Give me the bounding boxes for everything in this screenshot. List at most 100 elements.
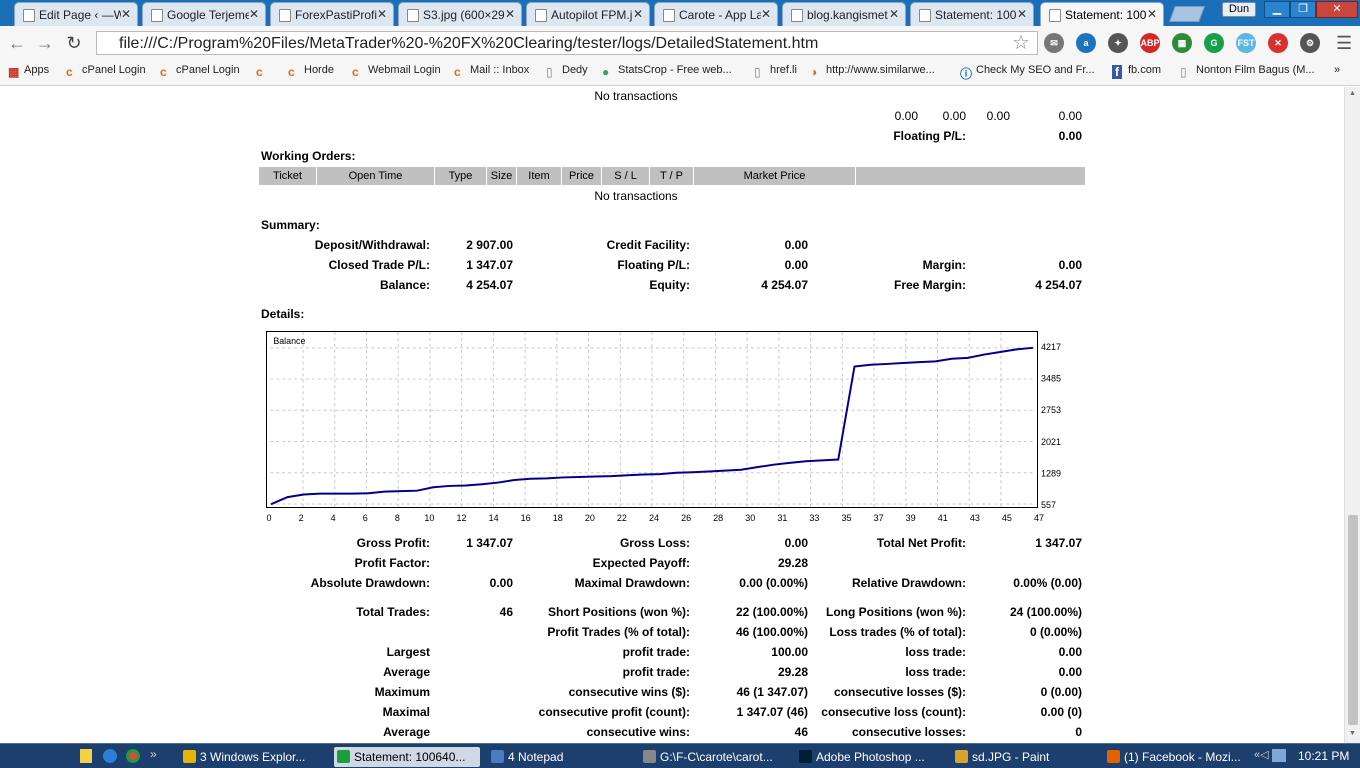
scrollbar-thumb[interactable] (1348, 515, 1358, 725)
y-tick-label: 2753 (1041, 405, 1061, 415)
stat-cell-r8-c0: Maximal (382, 705, 430, 719)
stat-cell-r2-c3: 0.00 (0.00%) (739, 576, 808, 590)
bookmark-star-icon[interactable]: ☆ (1012, 30, 1030, 55)
closed-pl-label: Closed Trade P/L: (328, 258, 430, 272)
extension-icon[interactable]: FST (1236, 33, 1256, 53)
user-profile-button[interactable]: Dun (1222, 2, 1256, 17)
close-window-button[interactable]: ✕ (1316, 1, 1358, 18)
close-tab-icon[interactable]: ✕ (249, 7, 259, 21)
bookmark-item[interactable]: c Mail :: Inbox (454, 64, 529, 79)
bookmark-item[interactable]: ● StatsCrop - Free web... (602, 64, 732, 79)
close-tab-icon[interactable]: ✕ (121, 7, 131, 21)
taskbar-item[interactable]: (1) Facebook - Mozi... (1104, 747, 1252, 767)
browser-tab[interactable]: Statement: 100(✕ (1040, 2, 1164, 26)
taskbar-item[interactable]: 3 Windows Explor... (180, 747, 326, 767)
stat-cell-r8-c3: 1 347.07 (46) (736, 705, 808, 719)
taskbar-item[interactable]: G:\F-C\carote\carot... (640, 747, 788, 767)
scroll-up-icon[interactable]: ▲ (1349, 90, 1356, 97)
extension-icon[interactable]: ABP (1140, 33, 1160, 53)
vertical-scrollbar[interactable]: ▲ ▼ (1344, 87, 1360, 743)
bookmark-item[interactable]: ▯ Dedy (546, 64, 588, 79)
stat-cell-r3-c3: 22 (100.00%) (735, 605, 808, 619)
extension-icon[interactable]: ✦ (1108, 33, 1128, 53)
x-tick-label: 6 (363, 513, 368, 523)
close-tab-icon[interactable]: ✕ (1017, 7, 1027, 21)
browser-tab[interactable]: Statement: 100 ✕ (910, 2, 1034, 26)
browser-tab[interactable]: Autopilot FPM.jp ✕ (526, 2, 650, 26)
deposit-value: 2 907.00 (466, 238, 513, 252)
close-tab-icon[interactable]: ✕ (505, 7, 515, 21)
close-tab-icon[interactable]: ✕ (761, 7, 771, 21)
stat-cell-r5-c4: loss trade: (905, 645, 966, 659)
taskbar-item[interactable]: Adobe Photoshop ... (796, 747, 944, 767)
bookmark-item[interactable]: ▦ Apps (8, 64, 49, 79)
stat-cell-r5-c2: profit trade: (622, 645, 690, 659)
bookmarks-more-button[interactable]: » (1334, 64, 1340, 76)
page-icon: ▯ (546, 65, 553, 79)
close-tab-icon[interactable]: ✕ (633, 7, 643, 21)
x-tick-label: 22 (617, 513, 627, 523)
stat-cell-r6-c5: 0.00 (1058, 665, 1082, 679)
bookmark-label: Dedy (562, 64, 588, 76)
close-tab-icon[interactable]: ✕ (889, 7, 899, 21)
back-button[interactable]: ← (6, 32, 28, 54)
forward-button[interactable]: → (34, 32, 56, 54)
tab-title: Google Terjeme (167, 8, 249, 22)
taskbar-item[interactable]: Statement: 100640... (334, 747, 480, 767)
browser-tab[interactable]: S3.jpg (600×29 ✕ (398, 2, 522, 26)
extension-icon[interactable]: ⚙ (1300, 33, 1320, 53)
bookmark-item[interactable]: c cPanel Login (66, 64, 146, 79)
stat-cell-r5-c5: 0.00 (1058, 645, 1082, 659)
stat-cell-r0-c5: 1 347.07 (1035, 536, 1082, 550)
taskbar-item[interactable]: 4 Notepad (488, 747, 634, 767)
ie-quicklaunch-icon[interactable] (103, 749, 117, 763)
similarweb-icon: ◑ (810, 65, 818, 79)
x-tick-label: 16 (521, 513, 531, 523)
bookmark-item[interactable]: c Horde (288, 64, 334, 79)
bookmark-item[interactable]: c cPanel Login (160, 64, 240, 79)
extension-icon[interactable]: ✕ (1268, 33, 1288, 53)
address-bar[interactable]: file:///C:/Program%20Files/MetaTrader%20… (96, 31, 1038, 55)
browser-tab[interactable]: Google Terjeme ✕ (142, 2, 266, 26)
close-tab-icon[interactable]: ✕ (377, 7, 387, 21)
col-sl: S / L (602, 167, 650, 185)
x-tick-label: 33 (809, 513, 819, 523)
extension-icon[interactable]: a (1076, 33, 1096, 53)
bookmark-item[interactable]: ◑ http://www.similarwe... (810, 64, 935, 79)
x-tick-label: 39 (906, 513, 916, 523)
scroll-down-icon[interactable]: ▼ (1349, 730, 1356, 737)
minimize-button[interactable]: ▁ (1264, 1, 1290, 18)
stat-cell-r7-c3: 46 (1 347.07) (736, 685, 808, 699)
maximize-button[interactable]: ❐ (1290, 1, 1316, 18)
bookmark-label: Horde (304, 64, 334, 76)
chrome-quicklaunch-icon[interactable] (126, 749, 140, 763)
stat-cell-r0-c0: Gross Profit: (356, 536, 430, 550)
menu-icon[interactable]: ☰ (1336, 33, 1352, 54)
stat-cell-r2-c0: Absolute Drawdown: (310, 576, 430, 590)
close-tab-icon[interactable]: ✕ (1147, 7, 1157, 21)
working-orders-empty: No transactions (594, 189, 678, 203)
bookmark-item[interactable]: ▯ href.li (754, 64, 797, 79)
reload-button[interactable]: ↻ (63, 32, 85, 54)
x-tick-label: 0 (266, 513, 271, 523)
extension-icon[interactable]: ✉ (1044, 33, 1064, 53)
quicklaunch-more-icon[interactable]: » (150, 747, 157, 761)
browser-tab[interactable]: Carote - App La ✕ (654, 2, 778, 26)
new-tab-button[interactable] (1169, 6, 1205, 22)
network-tray-icon[interactable] (1272, 749, 1286, 762)
browser-tab[interactable]: blog.kangismet ✕ (782, 2, 906, 26)
extension-icon[interactable]: G (1204, 33, 1224, 53)
extension-icon[interactable]: ▦ (1172, 33, 1192, 53)
bookmark-item[interactable]: ▯ Nonton Film Bagus (M... (1180, 64, 1315, 79)
tray-arrows-icon[interactable]: «◁ (1254, 748, 1269, 761)
bookmark-item[interactable]: f fb.com (1112, 64, 1161, 79)
browser-tab[interactable]: ForexPastiProfi ✕ (270, 2, 394, 26)
balance-label: Balance: (379, 278, 430, 292)
notes-quicklaunch-icon[interactable] (80, 749, 92, 763)
bookmark-item[interactable]: ⓘ Check My SEO and Fr... (960, 64, 1095, 81)
taskbar-item[interactable]: sd.JPG - Paint (952, 747, 1100, 767)
free-margin-label: Free Margin: (893, 278, 966, 292)
tab-title: Carote - App La (679, 8, 761, 22)
bookmark-item[interactable]: c Webmail Login (352, 64, 441, 79)
browser-tab[interactable]: Edit Page ‹ —W ✕ (14, 2, 138, 26)
